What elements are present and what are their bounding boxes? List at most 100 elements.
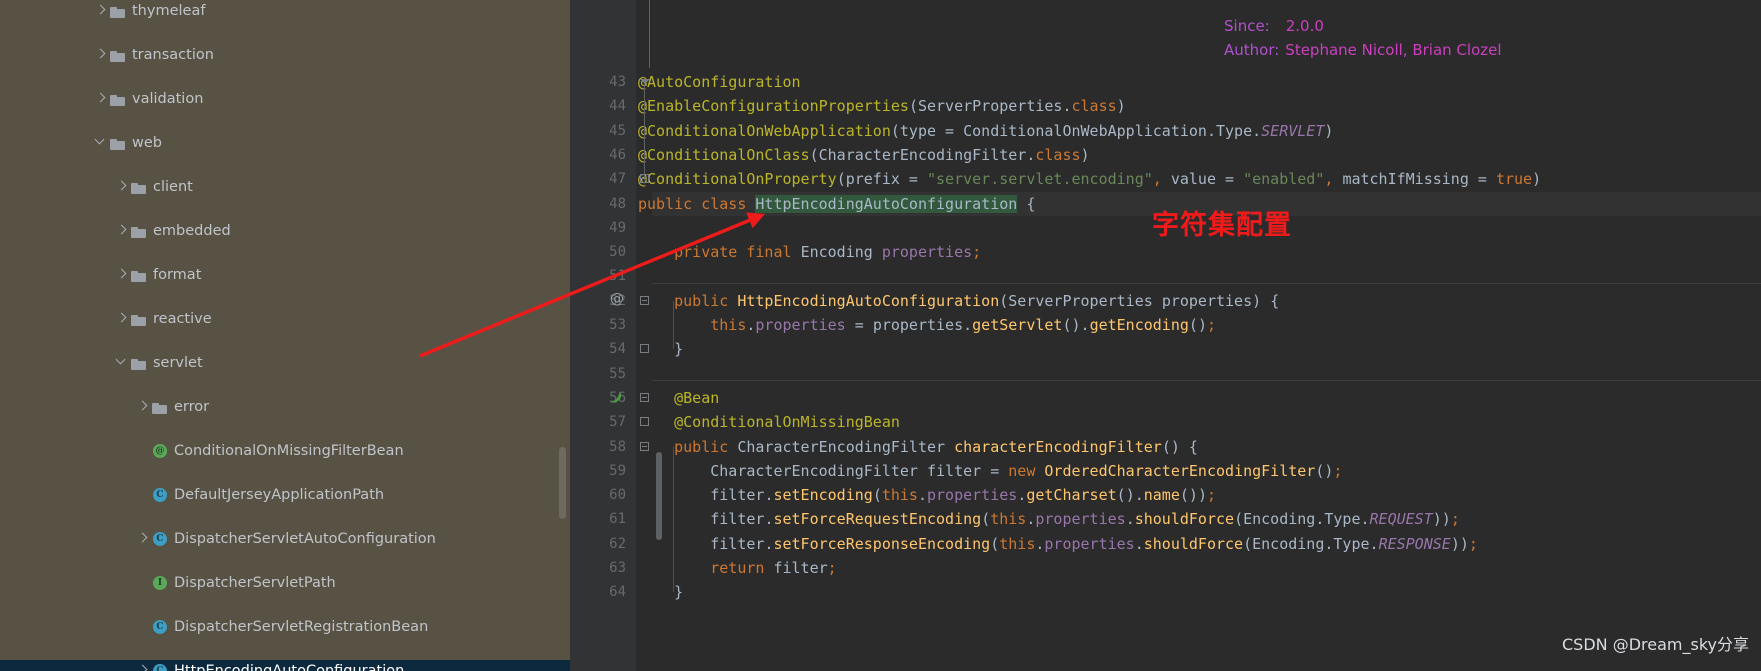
- tree-item-label: DispatcherServletRegistrationBean: [174, 619, 429, 635]
- chevron-right-icon[interactable]: [135, 660, 151, 671]
- line-content: filter.setEncoding(this.properties.getCh…: [710, 486, 1216, 505]
- code-line[interactable]: 60 filter.setEncoding(this.properties.ge…: [570, 483, 1761, 507]
- chevron-right-icon[interactable]: [93, 88, 109, 110]
- javadoc-since-value: 2.0.0: [1285, 17, 1324, 35]
- javadoc-author: Author: Stephane Nicoll, Brian Clozel: [1224, 38, 1502, 62]
- chevron-placeholder: [135, 484, 151, 506]
- tree-item[interactable]: format: [0, 264, 570, 286]
- code-line[interactable]: 62 filter.setForceResponseEncoding(this.…: [570, 532, 1761, 556]
- folder-icon: [109, 44, 129, 66]
- javadoc-author-value: Stephane Nicoll, Brian Clozel: [1285, 41, 1502, 59]
- chevron-placeholder: [135, 572, 151, 594]
- chevron-right-icon[interactable]: [114, 220, 130, 242]
- code-line[interactable]: 44 @EnableConfigurationProperties(ServerP…: [570, 94, 1761, 118]
- fold-marker-icon[interactable]: [640, 174, 649, 184]
- chevron-right-icon[interactable]: [114, 308, 130, 330]
- javadoc-author-label: Author:: [1224, 41, 1280, 59]
- code-line[interactable]: 55: [570, 362, 1761, 386]
- line-content: @ConditionalOnMissingBean: [674, 413, 900, 432]
- tree-item-selected[interactable]: C HttpEncodingAutoConfiguration: [0, 660, 570, 671]
- tree-item[interactable]: @ ConditionalOnMissingFilterBean: [0, 440, 570, 462]
- tree-item[interactable]: error: [0, 396, 570, 418]
- tree-item[interactable]: embedded: [0, 220, 570, 242]
- tree-item-label: DispatcherServletAutoConfiguration: [174, 531, 436, 547]
- javadoc-left-rule: [649, 0, 650, 68]
- code-line[interactable]: 50 private final Encoding properties;: [570, 240, 1761, 264]
- fold-marker-icon[interactable]: [640, 417, 649, 427]
- interface-icon: I: [151, 572, 171, 594]
- line-number: 51: [609, 268, 626, 285]
- code-line[interactable]: 64 }: [570, 580, 1761, 604]
- chevron-down-icon[interactable]: [114, 352, 130, 374]
- folder-icon: [130, 352, 150, 374]
- code-editor[interactable]: Since: 2.0.0 Author: Stephane Nicoll, Bria…: [570, 0, 1761, 671]
- line-content: filter.setForceRequestEncoding(this.prop…: [710, 510, 1460, 529]
- code-line[interactable]: 45 @ConditionalOnWebApplication(type = Co…: [570, 119, 1761, 143]
- chevron-placeholder: [135, 440, 151, 462]
- tree-item-label: transaction: [132, 47, 214, 63]
- tree-item[interactable]: transaction: [0, 44, 570, 66]
- project-tree-scrollbar[interactable]: [559, 447, 566, 519]
- tree-item[interactable]: C DispatcherServletRegistrationBean: [0, 616, 570, 638]
- fold-collapse-triangle-icon[interactable]: [640, 79, 650, 84]
- code-line[interactable]: 59 CharacterEncodingFilter filter = new …: [570, 459, 1761, 483]
- code-line[interactable]: 52 public HttpEncodingAutoConfiguration(…: [570, 289, 1761, 313]
- line-number: 58: [609, 438, 626, 455]
- project-tree-panel[interactable]: thymeleaf transaction validation web client e…: [0, 0, 570, 671]
- chevron-right-icon[interactable]: [135, 396, 151, 418]
- icon-glyph: C: [156, 490, 164, 500]
- code-line[interactable]: 54 }: [570, 337, 1761, 361]
- line-content: @ConditionalOnProperty(prefix = "server.…: [638, 170, 1542, 189]
- class-icon: C: [151, 616, 171, 638]
- code-line[interactable]: 43 @AutoConfiguration: [570, 70, 1761, 94]
- gutter-bean-marker-icon[interactable]: [608, 390, 624, 406]
- code-line[interactable]: 58 public CharacterEncodingFilter charac…: [570, 435, 1761, 459]
- chevron-right-icon[interactable]: [93, 44, 109, 66]
- code-line[interactable]: 46 @ConditionalOnClass(CharacterEncodingF…: [570, 143, 1761, 167]
- tree-item[interactable]: validation: [0, 88, 570, 110]
- tree-item-label: reactive: [153, 311, 212, 327]
- line-number: 44: [609, 98, 626, 115]
- icon-glyph: C: [156, 534, 164, 544]
- icon-glyph: C: [156, 622, 164, 632]
- tree-item[interactable]: client: [0, 176, 570, 198]
- tree-item[interactable]: thymeleaf: [0, 0, 570, 22]
- code-line[interactable]: 57 @ConditionalOnMissingBean: [570, 410, 1761, 434]
- chevron-right-icon[interactable]: [114, 264, 130, 286]
- code-line[interactable]: 56 @Bean: [570, 386, 1761, 410]
- line-number: 63: [609, 560, 626, 576]
- tree-item[interactable]: C DefaultJerseyApplicationPath: [0, 484, 570, 506]
- code-line[interactable]: 61 filter.setForceRequestEncoding(this.p…: [570, 507, 1761, 531]
- tree-item-label: DispatcherServletPath: [174, 575, 336, 591]
- folder-icon: [130, 308, 150, 330]
- fold-marker-icon[interactable]: [640, 441, 649, 451]
- chevron-right-icon[interactable]: [135, 528, 151, 550]
- chevron-right-icon[interactable]: [114, 176, 130, 198]
- tree-item-label: format: [153, 267, 202, 283]
- code-line[interactable]: 47 @ConditionalOnProperty(prefix = "serve…: [570, 167, 1761, 191]
- line-content: filter.setForceResponseEncoding(this.pro…: [710, 534, 1478, 553]
- tree-item[interactable]: web: [0, 132, 570, 154]
- fold-marker-icon[interactable]: [640, 295, 649, 305]
- folder-icon: [130, 220, 150, 242]
- tree-item[interactable]: servlet: [0, 352, 570, 374]
- line-number: 60: [609, 487, 626, 504]
- line-content: @EnableConfigurationProperties(ServerPro…: [638, 97, 1126, 116]
- gutter-annotation-marker-icon[interactable]: @: [610, 291, 624, 307]
- code-line[interactable]: 53 this.properties = properties.getServl…: [570, 313, 1761, 337]
- code-line[interactable]: 51: [570, 264, 1761, 288]
- project-tree-list[interactable]: thymeleaf transaction validation web client e…: [0, 0, 570, 671]
- line-number: 43: [609, 74, 626, 90]
- code-line[interactable]: 63 return filter;: [570, 556, 1761, 580]
- line-content: @AutoConfiguration: [638, 73, 801, 91]
- line-number: 57: [609, 414, 626, 431]
- tree-item[interactable]: I DispatcherServletPath: [0, 572, 570, 594]
- tree-item-label: web: [132, 135, 162, 151]
- tree-item[interactable]: reactive: [0, 308, 570, 330]
- fold-marker-icon[interactable]: [640, 392, 649, 402]
- chevron-down-icon[interactable]: [93, 132, 109, 154]
- tree-item[interactable]: C DispatcherServletAutoConfiguration: [0, 528, 570, 550]
- chevron-right-icon[interactable]: [93, 0, 109, 22]
- editor-vertical-scrollbar[interactable]: [656, 452, 662, 540]
- fold-marker-icon[interactable]: [640, 344, 649, 354]
